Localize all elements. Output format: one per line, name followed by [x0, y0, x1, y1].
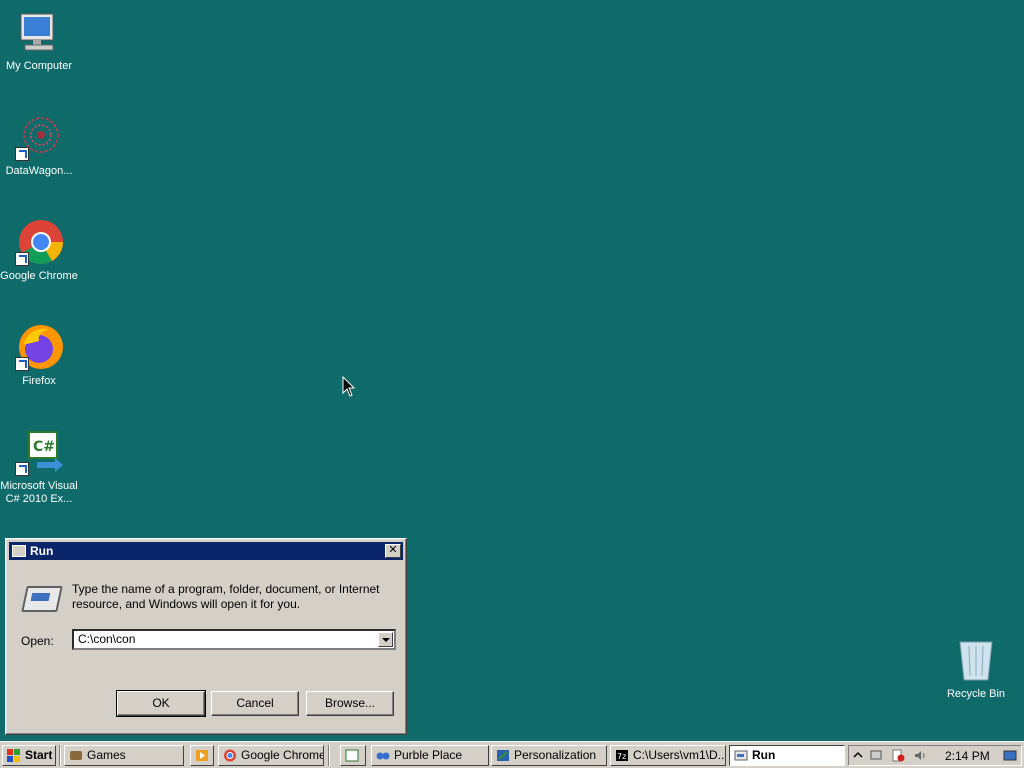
personalization-icon: [497, 750, 509, 761]
taskbar-separator: [59, 745, 61, 766]
media-player-icon: [196, 750, 208, 761]
svg-text:C#: C#: [33, 439, 55, 455]
desktop-icon-firefox[interactable]: Firefox: [0, 323, 78, 388]
chrome-icon: [15, 218, 63, 266]
action-center-icon[interactable]: [891, 749, 905, 762]
shortcut-arrow-icon: [15, 357, 29, 371]
chrome-icon: [224, 749, 236, 762]
chevron-down-icon[interactable]: [378, 632, 393, 647]
system-tray: 2:14 PM: [848, 745, 1022, 766]
desktop-icon-label: DataWagon...: [5, 165, 73, 177]
run-program-icon: [21, 586, 63, 612]
desktop-icon-datawagon[interactable]: DataWagon...: [0, 113, 78, 178]
datawagon-icon: [15, 113, 63, 161]
desktop-icon-visual-csharp[interactable]: C# Microsoft Visual C# 2010 Ex...: [0, 428, 78, 506]
taskbar-item-7zip-folder[interactable]: 7z C:\Users\vm1\D...: [610, 745, 726, 766]
firefox-icon: [15, 323, 63, 371]
run-dialog: Run ✕ Type the name of a program, folder…: [5, 538, 407, 735]
games-icon: [70, 751, 82, 760]
windows-logo-icon: [7, 749, 20, 762]
purble-place-icon: [376, 752, 390, 760]
taskbar-item-label: Google Chrome: [241, 748, 324, 762]
shortcut-arrow-icon: [15, 462, 29, 476]
volume-icon[interactable]: [913, 749, 927, 762]
shortcut-arrow-icon: [15, 252, 29, 266]
mouse-cursor-icon: [342, 376, 356, 397]
taskbar-item-label: Run: [752, 748, 776, 762]
shortcut-arrow-icon: [15, 147, 29, 161]
ok-button[interactable]: OK: [116, 690, 206, 717]
open-label: Open:: [21, 634, 54, 648]
visual-csharp-icon: C#: [15, 428, 63, 476]
run-description: Type the name of a program, folder, docu…: [72, 582, 380, 611]
network-icon[interactable]: [869, 749, 883, 762]
run-dialog-title: Run: [30, 544, 54, 558]
desktop-icon-recycle-bin[interactable]: Recycle Bin: [937, 636, 1015, 701]
browse-button[interactable]: Browse...: [306, 691, 394, 716]
quicklaunch-visual-csharp[interactable]: [340, 745, 366, 766]
desktop-icon-my-computer[interactable]: My Computer: [0, 8, 78, 73]
start-button[interactable]: Start: [2, 745, 56, 766]
taskbar-item-games[interactable]: Games: [64, 745, 184, 766]
close-button[interactable]: ✕: [385, 544, 401, 558]
cancel-button[interactable]: Cancel: [211, 691, 299, 716]
svg-text:7z: 7z: [617, 752, 626, 761]
start-label: Start: [25, 748, 53, 762]
show-hidden-icons-icon[interactable]: [851, 749, 865, 762]
visual-csharp-icon: [345, 749, 359, 762]
taskbar-item-run[interactable]: Run: [729, 745, 845, 766]
taskbar-item-label: Personalization: [514, 748, 597, 762]
taskbar-item-purble-place[interactable]: Purble Place: [371, 745, 489, 766]
clock[interactable]: 2:14 PM: [945, 749, 990, 763]
taskbar-item-personalization[interactable]: Personalization: [491, 745, 607, 766]
desktop-icon-label: Microsoft Visual C# 2010 Ex...: [0, 480, 78, 505]
recycle-bin-icon: [952, 636, 1000, 684]
taskbar-item-label: Games: [87, 748, 126, 762]
taskbar-item-google-chrome[interactable]: Google Chrome: [218, 745, 324, 766]
run-icon: [734, 750, 748, 761]
my-computer-icon: [15, 8, 63, 56]
show-desktop-icon[interactable]: [1003, 749, 1017, 762]
run-dialog-titlebar[interactable]: Run ✕: [9, 542, 403, 560]
desktop-icon-label: My Computer: [5, 60, 73, 72]
desktop-icon-label: Google Chrome: [0, 270, 78, 282]
taskbar-item-label: C:\Users\vm1\D...: [633, 748, 726, 762]
desktop-icon-label: Firefox: [22, 375, 56, 387]
run-icon: [12, 545, 26, 557]
taskbar-separator: [328, 745, 330, 766]
open-combobox[interactable]: [72, 629, 396, 650]
quicklaunch-media-player[interactable]: [190, 745, 214, 766]
desktop-icon-label: Recycle Bin: [946, 688, 1006, 700]
7zip-icon: 7z: [616, 750, 628, 761]
desktop-icon-google-chrome[interactable]: Google Chrome: [0, 218, 78, 283]
taskbar-item-label: Purble Place: [394, 748, 463, 762]
taskbar: Start Games Google Chrome Purble Place P…: [0, 741, 1024, 768]
open-input[interactable]: [74, 631, 372, 647]
